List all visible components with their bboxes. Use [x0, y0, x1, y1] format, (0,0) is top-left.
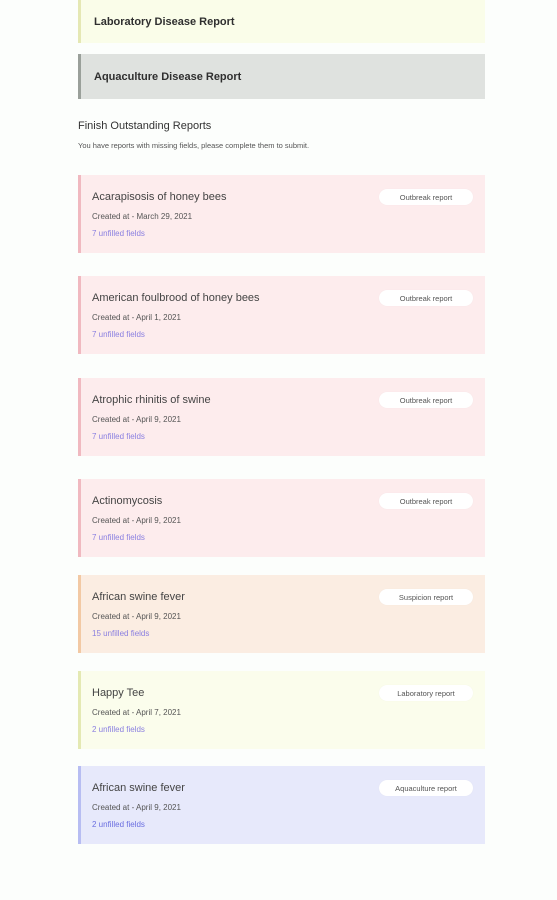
report-card[interactable]: Atrophic rhinitis of swine Created at - … — [78, 378, 485, 456]
report-created-date: Created at - April 9, 2021 — [92, 415, 181, 424]
report-created-date: Created at - April 9, 2021 — [92, 516, 181, 525]
report-type-badge: Outbreak report — [379, 290, 473, 306]
unfilled-fields-count: 2 unfilled fields — [92, 820, 145, 829]
unfilled-fields-count: 15 unfilled fields — [92, 629, 150, 638]
outstanding-reports-subtitle: You have reports with missing fields, pl… — [78, 141, 310, 150]
unfilled-fields-count: 2 unfilled fields — [92, 725, 145, 734]
report-type-badge: Aquaculture report — [379, 780, 473, 796]
unfilled-fields-count: 7 unfilled fields — [92, 432, 145, 441]
report-created-date: Created at - April 7, 2021 — [92, 708, 181, 717]
report-created-date: Created at - April 1, 2021 — [92, 313, 181, 322]
aquaculture-disease-report-link[interactable]: Aquaculture Disease Report — [78, 54, 485, 99]
report-created-date: Created at - April 9, 2021 — [92, 612, 181, 621]
report-name: Atrophic rhinitis of swine — [92, 394, 211, 406]
report-card[interactable]: Happy Tee Created at - April 7, 2021 2 u… — [78, 671, 485, 749]
unfilled-fields-count: 7 unfilled fields — [92, 533, 145, 542]
report-type-badge: Outbreak report — [379, 392, 473, 408]
report-card[interactable]: Actinomycosis Created at - April 9, 2021… — [78, 479, 485, 557]
report-type-badge: Outbreak report — [379, 493, 473, 509]
report-name: Actinomycosis — [92, 495, 163, 507]
unfilled-fields-count: 7 unfilled fields — [92, 229, 145, 238]
report-type-badge: Laboratory report — [379, 685, 473, 701]
report-name: Happy Tee — [92, 687, 145, 699]
report-card[interactable]: African swine fever Created at - April 9… — [78, 575, 485, 653]
report-name: Acarapisosis of honey bees — [92, 191, 227, 203]
report-card[interactable]: African swine fever Created at - April 9… — [78, 766, 485, 844]
unfilled-fields-count: 7 unfilled fields — [92, 330, 145, 339]
report-type-badge: Outbreak report — [379, 189, 473, 205]
laboratory-disease-report-label: Laboratory Disease Report — [94, 15, 235, 28]
report-name: African swine fever — [92, 782, 185, 794]
report-name: American foulbrood of honey bees — [92, 292, 260, 304]
outstanding-reports-title: Finish Outstanding Reports — [78, 120, 212, 132]
report-created-date: Created at - March 29, 2021 — [92, 212, 193, 221]
report-name: African swine fever — [92, 591, 185, 603]
report-card[interactable]: Acarapisosis of honey bees Created at - … — [78, 175, 485, 253]
report-type-badge: Suspicion report — [379, 589, 473, 605]
laboratory-disease-report-link[interactable]: Laboratory Disease Report — [78, 0, 485, 43]
aquaculture-disease-report-label: Aquaculture Disease Report — [94, 70, 242, 83]
report-card[interactable]: American foulbrood of honey bees Created… — [78, 276, 485, 354]
report-created-date: Created at - April 9, 2021 — [92, 803, 181, 812]
